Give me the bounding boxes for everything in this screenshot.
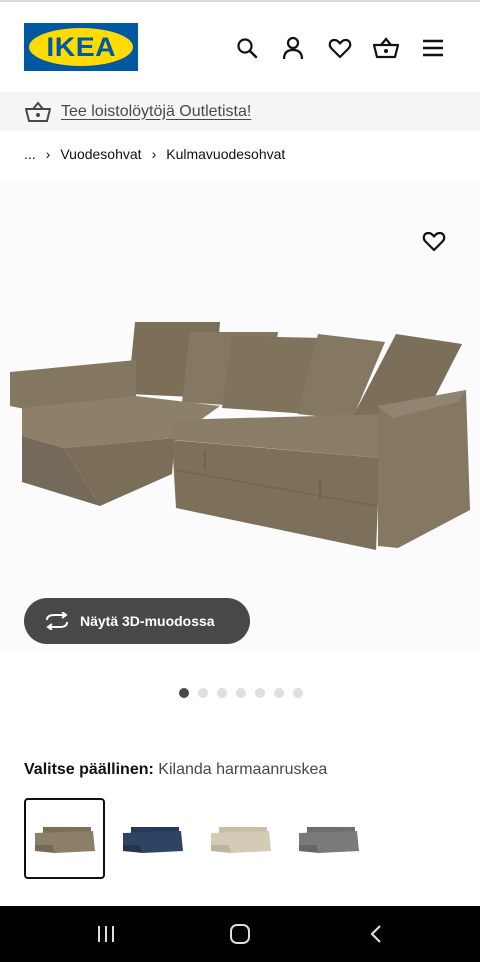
logo-ellipse: IKEA: [29, 28, 133, 66]
swatch-dark-blue[interactable]: [112, 798, 193, 879]
header: IKEA: [0, 2, 480, 92]
outlet-promo-banner[interactable]: Tee loistolöytöjä Outletista!: [0, 92, 480, 131]
image-pagination: [179, 688, 303, 698]
cover-label-title: Valitse päällinen:: [24, 761, 154, 778]
swatch-grey-brown[interactable]: [24, 798, 105, 879]
view-in-3d-label: Näytä 3D-muodossa: [80, 613, 215, 629]
cover-selection-label: Valitse päällinen: Kilanda harmaanruskea: [24, 761, 327, 779]
cover-swatches: [24, 798, 376, 879]
image-dot-1[interactable]: [179, 688, 189, 698]
menu-icon[interactable]: [420, 35, 446, 61]
image-dot-7[interactable]: [293, 688, 303, 698]
logo-text: IKEA: [46, 31, 116, 62]
search-icon[interactable]: [234, 35, 260, 61]
breadcrumb-ellipsis[interactable]: ...: [24, 146, 36, 162]
corner-sofa-bed-image: [10, 322, 470, 550]
heart-icon[interactable]: [327, 35, 353, 61]
image-dot-5[interactable]: [255, 688, 265, 698]
recent-apps-icon[interactable]: [94, 922, 118, 946]
basket-icon[interactable]: [373, 35, 399, 61]
add-to-favourites-heart-icon[interactable]: [421, 228, 447, 254]
ikea-logo[interactable]: IKEA: [24, 23, 138, 71]
breadcrumb-corner-sofa-beds[interactable]: Kulmavuodesohvat: [166, 146, 285, 162]
chevron-right-icon: ›: [151, 146, 157, 162]
view-in-3d-button[interactable]: Näytä 3D-muodossa: [24, 598, 250, 644]
rotate-icon: [44, 611, 70, 631]
image-dot-3[interactable]: [217, 688, 227, 698]
swatch-beige[interactable]: [200, 798, 281, 879]
image-dot-2[interactable]: [198, 688, 208, 698]
basket-icon: [25, 100, 51, 123]
system-navigation-bar: [0, 906, 480, 962]
home-icon[interactable]: [228, 922, 252, 946]
back-icon[interactable]: [364, 922, 388, 946]
user-icon[interactable]: [280, 35, 306, 61]
breadcrumb-sofa-beds[interactable]: Vuodesohvat: [60, 146, 141, 162]
swatch-grey[interactable]: [288, 798, 369, 879]
promo-link[interactable]: Tee loistolöytöjä Outletista!: [61, 103, 251, 121]
image-dot-4[interactable]: [236, 688, 246, 698]
image-dot-6[interactable]: [274, 688, 284, 698]
cover-selected-value: Kilanda harmaanruskea: [158, 761, 328, 778]
breadcrumb: ... › Vuodesohvat › Kulmavuodesohvat: [24, 146, 285, 162]
chevron-right-icon: ›: [45, 146, 51, 162]
